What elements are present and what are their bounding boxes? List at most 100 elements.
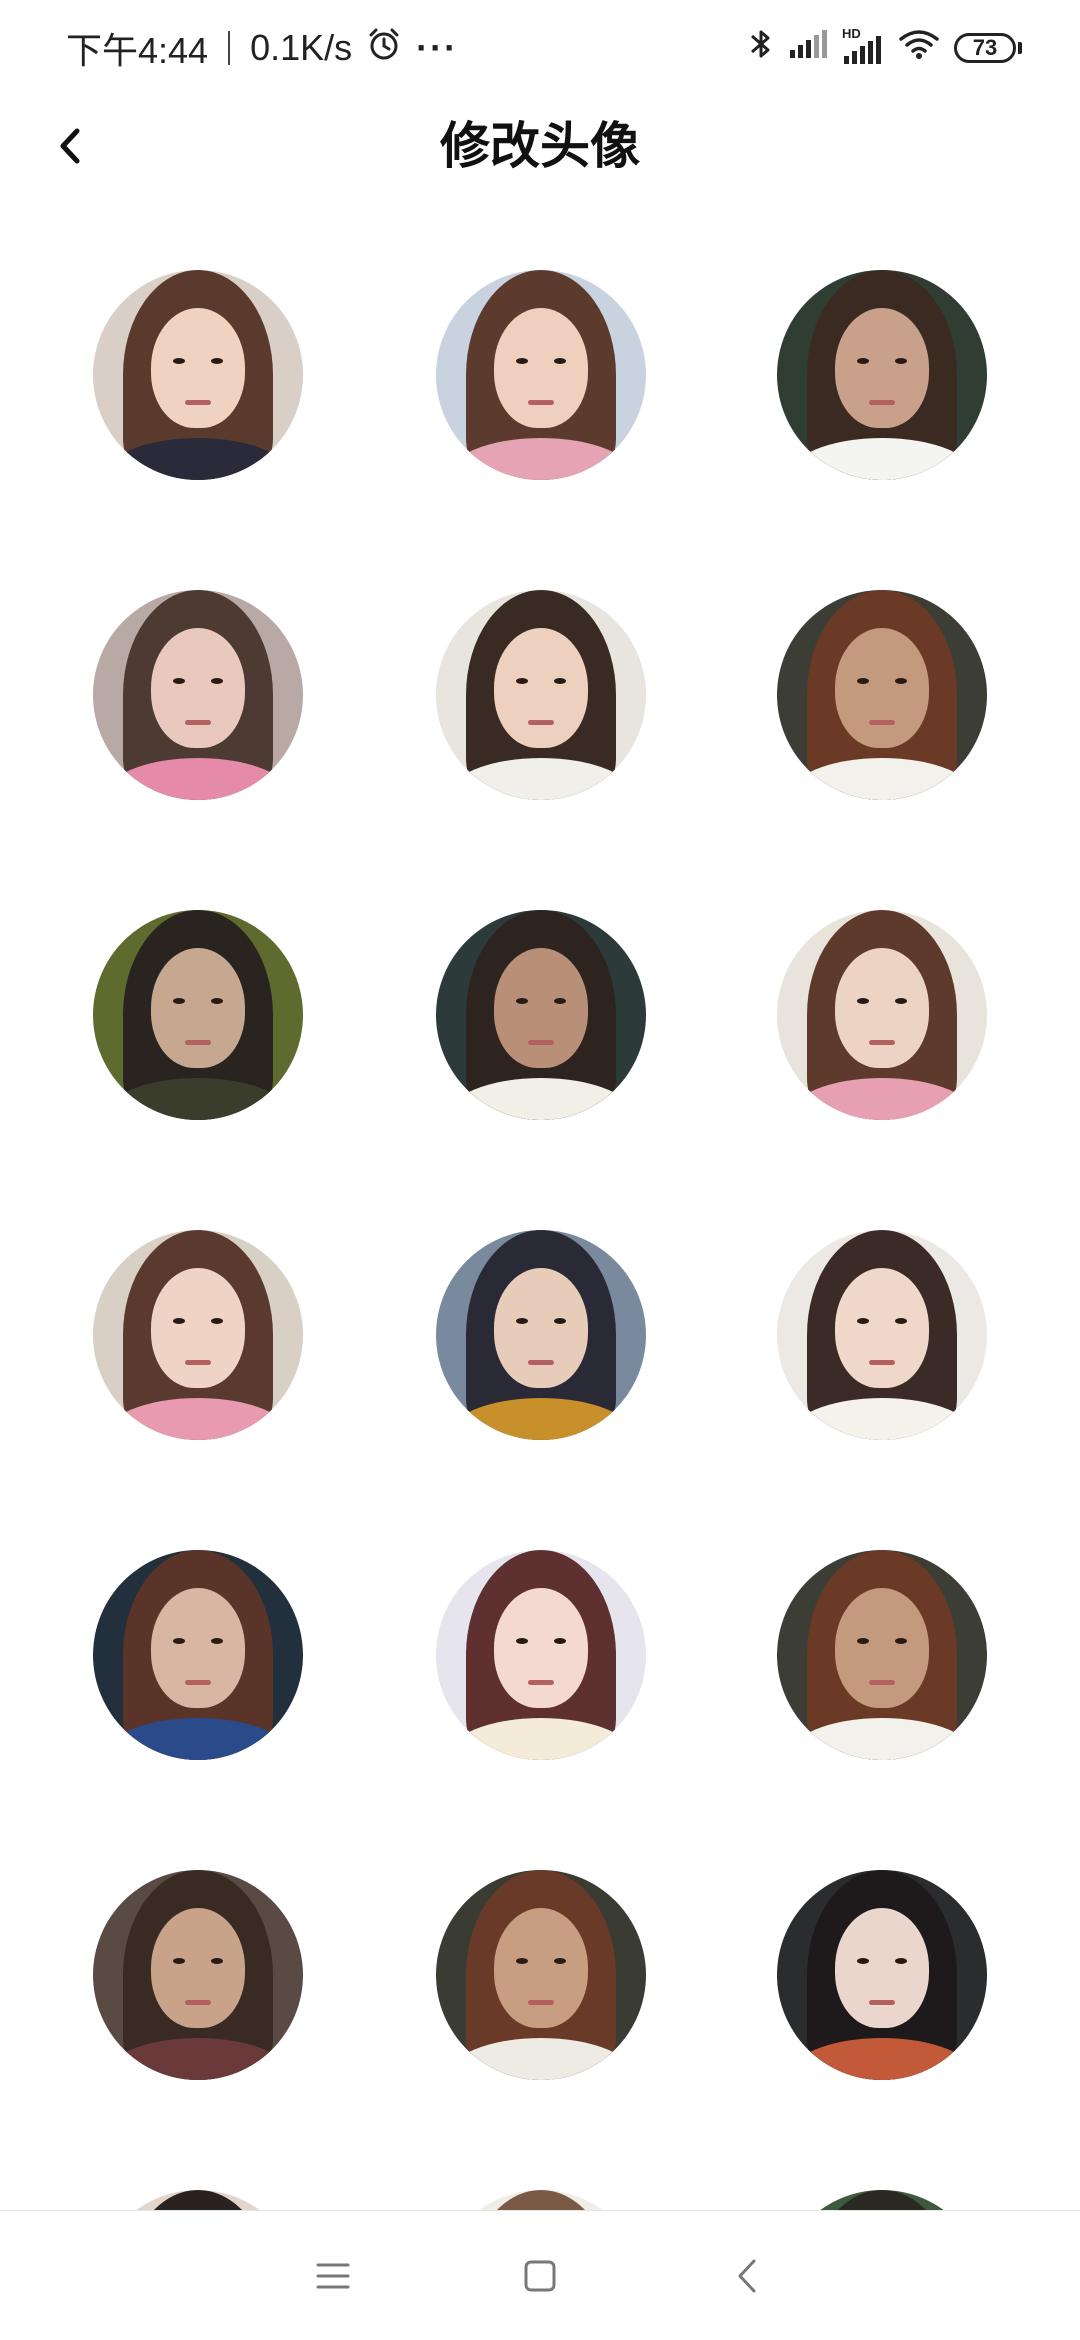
status-left: 下午4:44 0.1K/s ··· [66,22,458,74]
avatar-eye [173,358,185,364]
avatar-mouth [528,1360,554,1365]
avatar-mouth [185,1360,211,1365]
avatar-eye [173,998,185,1004]
alarm-icon [366,26,402,71]
avatar-eye [857,1318,869,1324]
avatar-eye [173,678,185,684]
avatar-face [835,308,929,428]
avatar-mouth [528,720,554,725]
avatar-mouth [869,2000,895,2005]
battery-tip [1018,42,1022,54]
status-time: 下午4:44 [66,30,209,71]
avatar-face [835,1268,929,1388]
avatar-mouth [185,2000,211,2005]
avatar-mouth [528,400,554,405]
avatar-face [494,1588,588,1708]
avatar-face [494,1268,588,1388]
avatar-eye [516,1638,528,1644]
avatar-eye [516,1318,528,1324]
avatar-eye [173,1638,185,1644]
avatar-option[interactable] [436,2190,646,2210]
avatar-option[interactable] [777,1870,987,2080]
avatar-mouth [869,1360,895,1365]
avatar-face [494,948,588,1068]
avatar-eye [857,1638,869,1644]
avatar-face [151,628,245,748]
avatar-eye [516,998,528,1004]
avatar-face [494,628,588,748]
avatar-mouth [869,1680,895,1685]
avatar-option[interactable] [93,1870,303,2080]
avatar-face [151,308,245,428]
avatar-hair [466,2190,616,2210]
avatar-option[interactable] [777,2190,987,2210]
avatar-face [494,1908,588,2028]
wifi-icon [898,27,940,70]
avatar-option[interactable] [93,2190,303,2210]
avatar-eye [895,358,907,364]
avatar-option[interactable] [436,590,646,800]
avatar-mouth [185,720,211,725]
avatar-eye [211,1958,223,1964]
avatar-eye [857,998,869,1004]
avatar-eye [554,1318,566,1324]
avatar-eye [516,358,528,364]
system-nav-bar [0,2210,1080,2340]
avatar-option[interactable] [93,910,303,1120]
nav-menu-button[interactable] [298,2241,368,2311]
avatar-eye [895,1318,907,1324]
avatar-option[interactable] [93,270,303,480]
avatar-eye [554,998,566,1004]
avatar-mouth [869,400,895,405]
avatar-hair [123,2190,273,2210]
avatar-eye [895,1638,907,1644]
avatar-option[interactable] [93,1550,303,1760]
avatar-face [835,1588,929,1708]
avatar-option[interactable] [436,270,646,480]
avatar-mouth [528,1040,554,1045]
avatar-mouth [185,400,211,405]
avatar-option[interactable] [436,1550,646,1760]
avatar-eye [895,1958,907,1964]
battery-icon: 73 [954,33,1022,63]
avatar-option[interactable] [93,590,303,800]
avatar-option[interactable] [777,910,987,1120]
avatar-eye [554,678,566,684]
avatar-face [151,1588,245,1708]
avatar-eye [211,358,223,364]
avatar-option[interactable] [777,270,987,480]
avatar-hair [807,2190,957,2210]
avatar-option[interactable] [777,590,987,800]
more-dots: ··· [416,27,459,68]
status-divider [228,31,231,65]
status-right: HD 73 [748,26,1022,71]
avatar-option[interactable] [436,1870,646,2080]
avatar-mouth [528,1680,554,1685]
avatar-eye [211,678,223,684]
avatar-option[interactable] [777,1550,987,1760]
avatar-eye [554,1958,566,1964]
nav-home-button[interactable] [505,2241,575,2311]
network-speed: 0.1K/s [250,27,353,68]
avatar-eye [857,678,869,684]
signal-icon [788,27,828,69]
avatar-eye [516,1958,528,1964]
avatar-eye [857,358,869,364]
nav-back-button[interactable] [712,2241,782,2311]
avatar-option[interactable] [436,910,646,1120]
avatar-option[interactable] [436,1230,646,1440]
avatar-mouth [185,1040,211,1045]
avatar-mouth [185,1680,211,1685]
status-bar: 下午4:44 0.1K/s ··· HD 73 [0,0,1080,96]
menu-icon [316,2263,350,2288]
avatar-option[interactable] [93,1230,303,1440]
avatar-eye [895,998,907,1004]
avatar-eye [554,358,566,364]
avatar-eye [211,1318,223,1324]
avatar-eye [554,1638,566,1644]
avatar-eye [173,1318,185,1324]
page-title: 修改头像 [440,118,640,174]
avatar-eye [895,678,907,684]
hd-signal-icon: HD [842,26,884,66]
avatar-option[interactable] [777,1230,987,1440]
